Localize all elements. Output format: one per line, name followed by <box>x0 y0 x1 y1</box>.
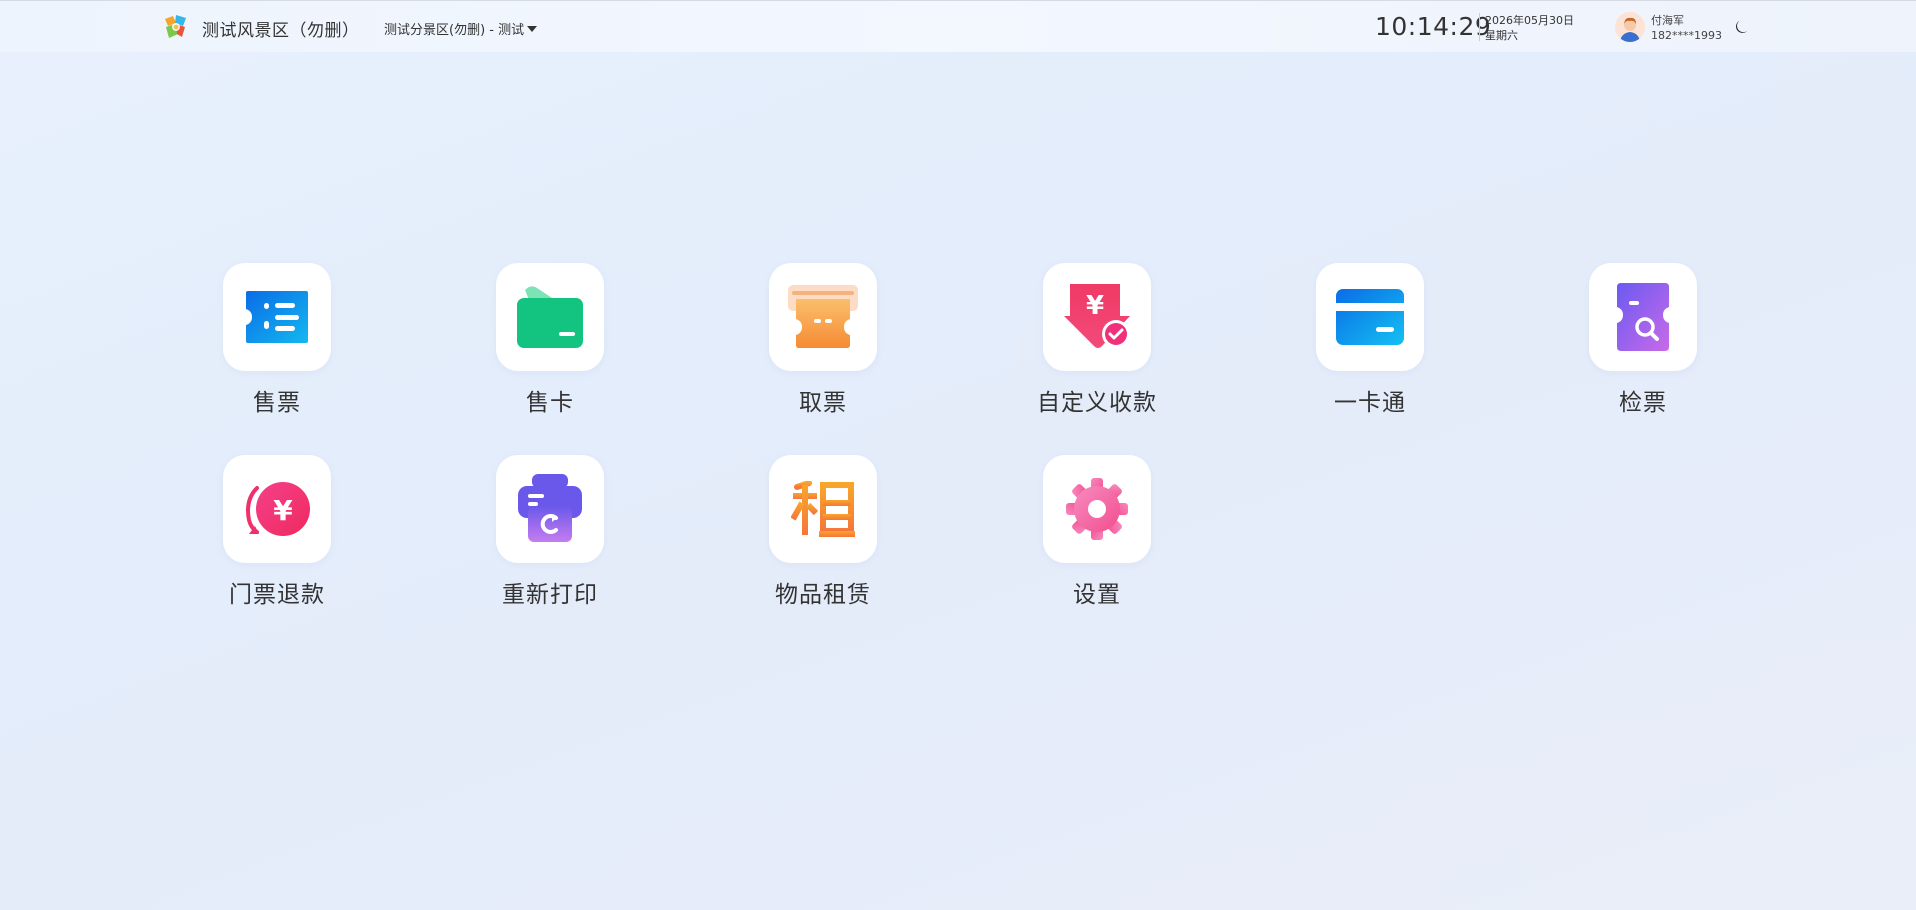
user-avatar[interactable] <box>1615 12 1645 42</box>
menu-settings[interactable]: 设置 <box>998 455 1178 615</box>
custom-payment-icon: ¥ <box>1064 284 1130 348</box>
credit-card-icon <box>1336 289 1404 345</box>
avatar-icon <box>1615 12 1645 42</box>
menu-sell-card[interactable]: 售卡 <box>451 263 631 423</box>
user-info[interactable]: 付海军 182****1993 <box>1651 13 1722 43</box>
menu-label: 设置 <box>1073 582 1121 608</box>
menu-check-ticket[interactable]: 检票 <box>1544 263 1724 423</box>
menu-label: 一卡通 <box>1334 390 1406 416</box>
menu-label: 门票退款 <box>229 582 325 608</box>
ticket-check-icon <box>1617 283 1669 351</box>
rental-icon <box>791 481 855 537</box>
menu-label: 售卡 <box>526 390 574 416</box>
reprint-icon <box>518 474 582 542</box>
ticket-sale-icon <box>246 291 308 343</box>
scenic-area-name: 测试风景区（勿删） <box>202 21 360 41</box>
logo-icon <box>165 15 186 38</box>
menu-reprint[interactable]: 重新打印 <box>451 455 631 615</box>
menu-card-pass[interactable]: 一卡通 <box>1271 263 1451 423</box>
subarea-label: 测试分景区(勿删) - 测试 <box>384 23 525 38</box>
menu-label: 售票 <box>253 390 301 416</box>
menu-card <box>496 263 604 371</box>
menu-label: 取票 <box>799 390 847 416</box>
caret-down-icon <box>527 25 538 32</box>
svg-text:¥: ¥ <box>273 494 293 527</box>
settings-gear-icon <box>1066 478 1128 540</box>
menu-card <box>1316 263 1424 371</box>
menu-card <box>769 263 877 371</box>
menu-card <box>769 455 877 563</box>
menu-card: ¥ <box>223 455 331 563</box>
date-block: 2026年05月30日 星期六 <box>1485 13 1574 43</box>
menu-label: 物品租赁 <box>775 582 871 608</box>
user-name: 付海军 <box>1651 14 1684 27</box>
refund-icon: ¥ <box>246 482 310 536</box>
menu-card <box>1043 455 1151 563</box>
menu-card <box>223 263 331 371</box>
menu-collect-ticket[interactable]: 取票 <box>724 263 904 423</box>
top-bar: 测试风景区（勿删） 测试分景区(勿删) - 测试 10:14:29 2026年0… <box>0 0 1916 52</box>
svg-text:¥: ¥ <box>1086 291 1104 321</box>
menu-custom-payment[interactable]: ¥ 自定义收款 <box>998 263 1178 423</box>
menu-sell-ticket[interactable]: 售票 <box>178 263 358 423</box>
menu-card <box>1589 263 1697 371</box>
date-text: 2026年05月30日 <box>1485 14 1574 27</box>
menu-card: ¥ <box>1043 263 1151 371</box>
subarea-dropdown[interactable]: 测试分景区(勿删) - 测试 <box>384 19 538 38</box>
card-wallet-icon <box>517 286 583 348</box>
menu-ticket-refund[interactable]: ¥ 门票退款 <box>178 455 358 615</box>
divider <box>1479 13 1480 41</box>
moon-icon[interactable] <box>1733 18 1751 36</box>
menu-card <box>496 455 604 563</box>
weekday-text: 星期六 <box>1485 29 1518 42</box>
menu-label: 重新打印 <box>502 582 598 608</box>
ticket-collect-icon <box>788 285 858 348</box>
menu-label: 自定义收款 <box>1037 390 1157 416</box>
user-phone: 182****1993 <box>1651 29 1722 42</box>
clock-time: 10:14:29 <box>1375 12 1492 41</box>
menu-label: 检票 <box>1619 390 1667 416</box>
menu-item-rental[interactable]: 物品租赁 <box>724 455 904 615</box>
